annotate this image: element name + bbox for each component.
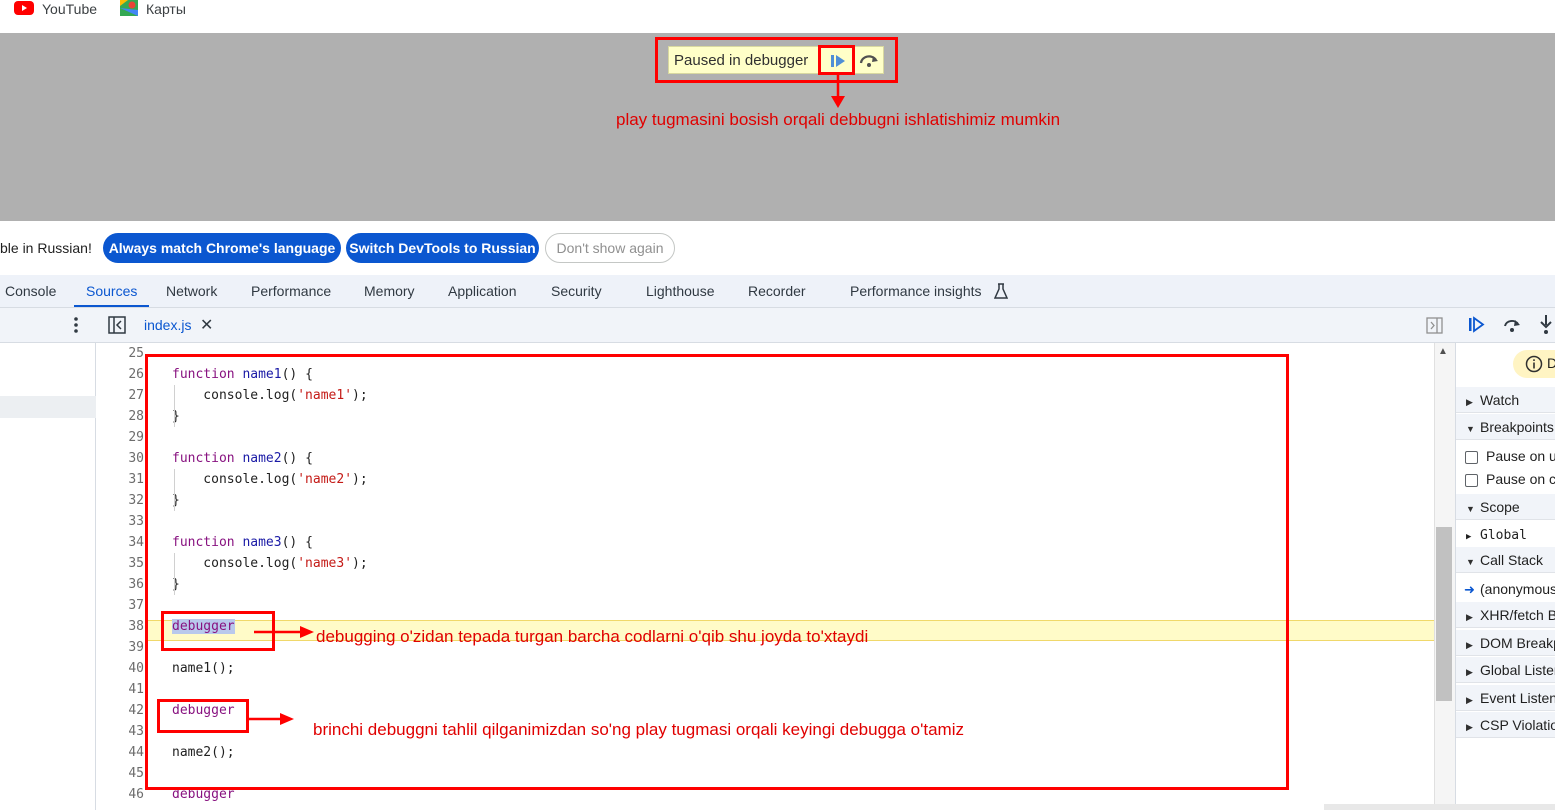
maps-icon (120, 0, 138, 19)
line-number[interactable]: 30 (96, 451, 144, 466)
annotation-arrow-down (831, 74, 845, 108)
annotation-box-resume-button (818, 45, 855, 75)
section-global-listeners[interactable]: ▶Global Listeners (1456, 657, 1555, 683)
section-scope[interactable]: ▼ Scope (1456, 494, 1555, 520)
bookmark-label: YouTube (42, 1, 98, 17)
line-number[interactable]: 40 (96, 661, 144, 676)
section-xhr-fetch[interactable]: ▶XHR/fetch Breakpoints (1456, 602, 1555, 628)
tab-network[interactable]: Network (166, 275, 217, 307)
checkbox[interactable] (1465, 473, 1478, 487)
expanded-triangle-icon: ▼ (1466, 424, 1475, 434)
tab-application[interactable]: Application (448, 275, 517, 307)
section-event-listener-breakpoints[interactable]: ▶Event Listener Breakpoints (1456, 685, 1555, 711)
tab-security[interactable]: Security (551, 275, 602, 307)
tab-console[interactable]: Console (5, 275, 56, 307)
section-breakpoints[interactable]: ▼ Breakpoints (1456, 414, 1555, 440)
collapsed-triangle-icon: ▶ (1466, 532, 1472, 542)
status-strip (1324, 804, 1555, 810)
collapsed-triangle-icon: ▶ (1466, 695, 1473, 705)
switch-devtools-russian-button[interactable]: Switch DevTools to Russian (346, 233, 539, 263)
line-number[interactable]: 34 (96, 535, 144, 550)
annotation-note-next: brinchi debuggni tahlil qilganimizdan so… (313, 720, 964, 739)
step-into-icon[interactable] (1538, 314, 1554, 339)
line-number[interactable]: 44 (96, 745, 144, 760)
line-number[interactable]: 37 (96, 598, 144, 613)
banner-text: D (1547, 355, 1555, 371)
bookmark-youtube[interactable]: YouTube (14, 0, 97, 18)
line-number[interactable]: 42 (96, 703, 144, 718)
tab-sources[interactable]: Sources (74, 275, 150, 307)
line-number[interactable]: 43 (96, 724, 144, 739)
line-number[interactable]: 46 (96, 787, 144, 802)
annotation-note-stop: debugging o'zidan tepada turgan barcha c… (316, 627, 869, 646)
annotation-box-debugger-42 (157, 699, 249, 733)
language-infobar: ble in Russian! Always match Chrome's la… (0, 221, 1555, 275)
section-watch[interactable]: ▶ Watch (1456, 387, 1555, 413)
paused-status-banner: D (1513, 350, 1555, 378)
more-options-icon[interactable] (68, 316, 84, 337)
line-number[interactable]: 38 (96, 619, 144, 634)
step-over-icon[interactable] (1502, 316, 1522, 337)
tab-recorder[interactable]: Recorder (748, 275, 806, 307)
collapsed-triangle-icon: ▶ (1466, 667, 1473, 677)
bookmark-maps[interactable]: Карты (120, 0, 186, 18)
line-number[interactable]: 33 (96, 514, 144, 529)
line-number[interactable]: 39 (96, 640, 144, 655)
expanded-triangle-icon: ▼ (1466, 557, 1475, 567)
scope-global[interactable]: ▶ Global (1456, 524, 1555, 548)
line-number[interactable]: 31 (96, 472, 144, 487)
info-icon (1525, 355, 1543, 376)
file-tab-index-js[interactable]: index.js (144, 317, 191, 333)
pause-on-uncaught-row[interactable]: Pause on uncaught exceptions (1456, 444, 1555, 468)
always-match-language-button[interactable]: Always match Chrome's language (103, 233, 341, 263)
line-number[interactable]: 28 (96, 409, 144, 424)
line-number[interactable]: 27 (96, 388, 144, 403)
bookmark-label: Карты (146, 1, 186, 17)
tab-performance[interactable]: Performance (251, 275, 331, 307)
line-number[interactable]: 32 (96, 493, 144, 508)
dont-show-again-button[interactable]: Don't show again (545, 233, 675, 263)
tab-lighthouse[interactable]: Lighthouse (646, 275, 715, 307)
tab-performance-insights[interactable]: Performance insights (850, 275, 982, 307)
line-number[interactable]: 36 (96, 577, 144, 592)
annotation-box-paused-overlay (655, 37, 898, 83)
sources-toolbar: index.js ✕ (0, 308, 1555, 343)
infobar-message: ble in Russian! (0, 240, 92, 256)
navigator-selected-item[interactable] (0, 396, 96, 418)
toggle-navigator-icon[interactable] (108, 316, 126, 337)
annotation-arrow-right (254, 626, 314, 638)
resume-icon[interactable] (1467, 316, 1487, 337)
devtools-tab-bar: Console Sources Network Performance Memo… (0, 275, 1555, 308)
youtube-icon (14, 0, 34, 18)
line-number[interactable]: 29 (96, 430, 144, 445)
collapsed-triangle-icon: ▶ (1466, 640, 1473, 650)
scroll-up-arrow-icon[interactable]: ▲ (1438, 346, 1448, 357)
pause-on-caught-row[interactable]: Pause on caught exceptions (1456, 467, 1555, 491)
line-number[interactable]: 26 (96, 367, 144, 382)
current-frame-arrow-icon: ➜ (1464, 582, 1475, 597)
checkbox[interactable] (1465, 450, 1478, 464)
line-number[interactable]: 41 (96, 682, 144, 697)
annotation-arrow-right (246, 713, 294, 725)
section-call-stack[interactable]: ▼ Call Stack (1456, 547, 1555, 573)
annotation-note-play: play tugmasini bosish orqali debbugni is… (616, 110, 1061, 129)
line-number[interactable]: 25 (96, 346, 144, 361)
tab-memory[interactable]: Memory (364, 275, 415, 307)
collapsed-triangle-icon: ▶ (1466, 612, 1473, 622)
close-file-icon[interactable]: ✕ (200, 315, 213, 335)
line-number[interactable]: 35 (96, 556, 144, 571)
scrollbar-thumb[interactable] (1436, 527, 1452, 701)
experiment-flask-icon (993, 283, 1009, 302)
call-stack-frame[interactable]: ➜ (anonymous) (1456, 577, 1555, 601)
section-csp-violation-breakpoints[interactable]: ▶CSP Violation Breakpoints (1456, 712, 1555, 738)
toggle-debugger-sidebar-icon[interactable] (1426, 317, 1443, 337)
expanded-triangle-icon: ▼ (1466, 504, 1475, 514)
line-number[interactable]: 45 (96, 766, 144, 781)
section-dom-breakpoints[interactable]: ▶DOM Breakpoints (1456, 630, 1555, 656)
collapsed-triangle-icon: ▶ (1466, 397, 1473, 407)
collapsed-triangle-icon: ▶ (1466, 722, 1473, 732)
bookmarks-bar: YouTube Карты (0, 0, 1555, 33)
